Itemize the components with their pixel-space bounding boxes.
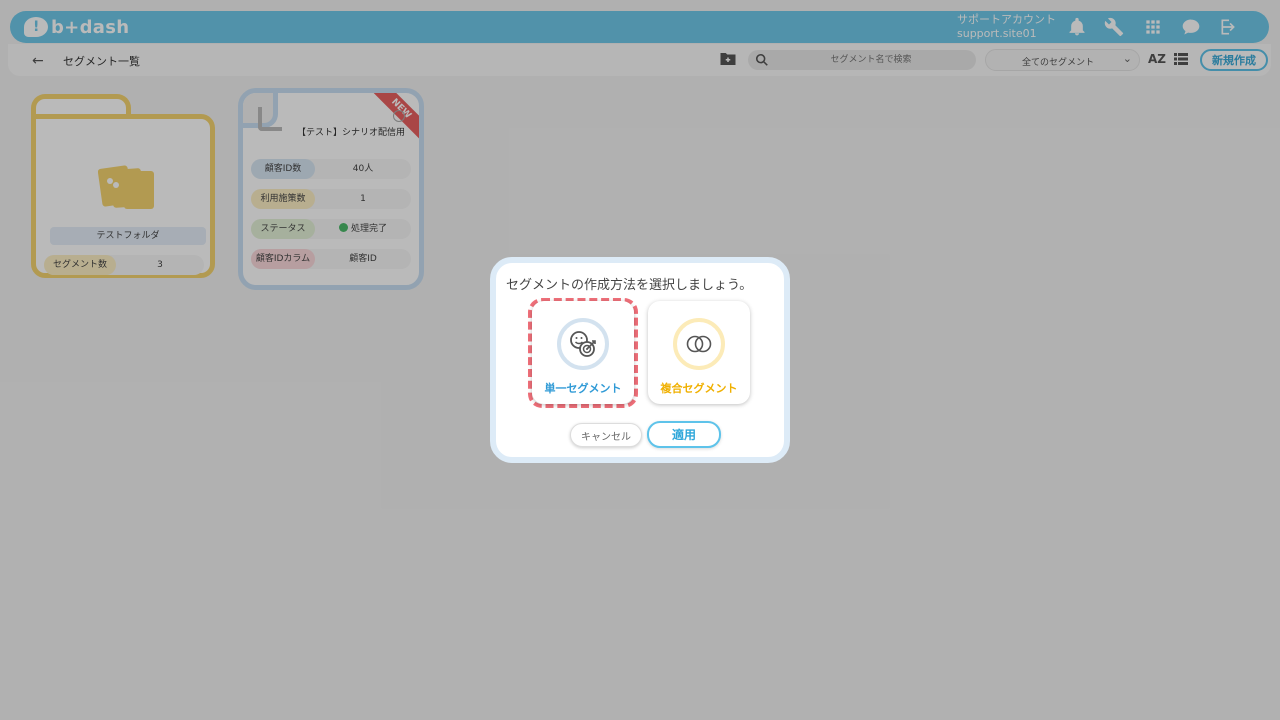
create-method-modal: セグメントの作成方法を選択しましょう。 単一セグメント 複合セグメント キャンセ… [490,257,790,463]
option-label: 複合セグメント [660,382,738,395]
single-segment-option[interactable]: 単一セグメント [532,301,634,404]
compound-segment-option[interactable]: 複合セグメント [648,301,750,404]
apply-button[interactable]: 適用 [647,421,721,448]
cancel-button[interactable]: キャンセル [570,423,642,447]
option-icon-ring [557,318,609,370]
option-label: 単一セグメント [544,382,622,395]
option-icon-ring [673,318,725,370]
venn-circles-icon [686,335,712,353]
modal-title: セグメントの作成方法を選択しましょう。 [506,278,753,293]
face-target-icon [570,331,596,357]
